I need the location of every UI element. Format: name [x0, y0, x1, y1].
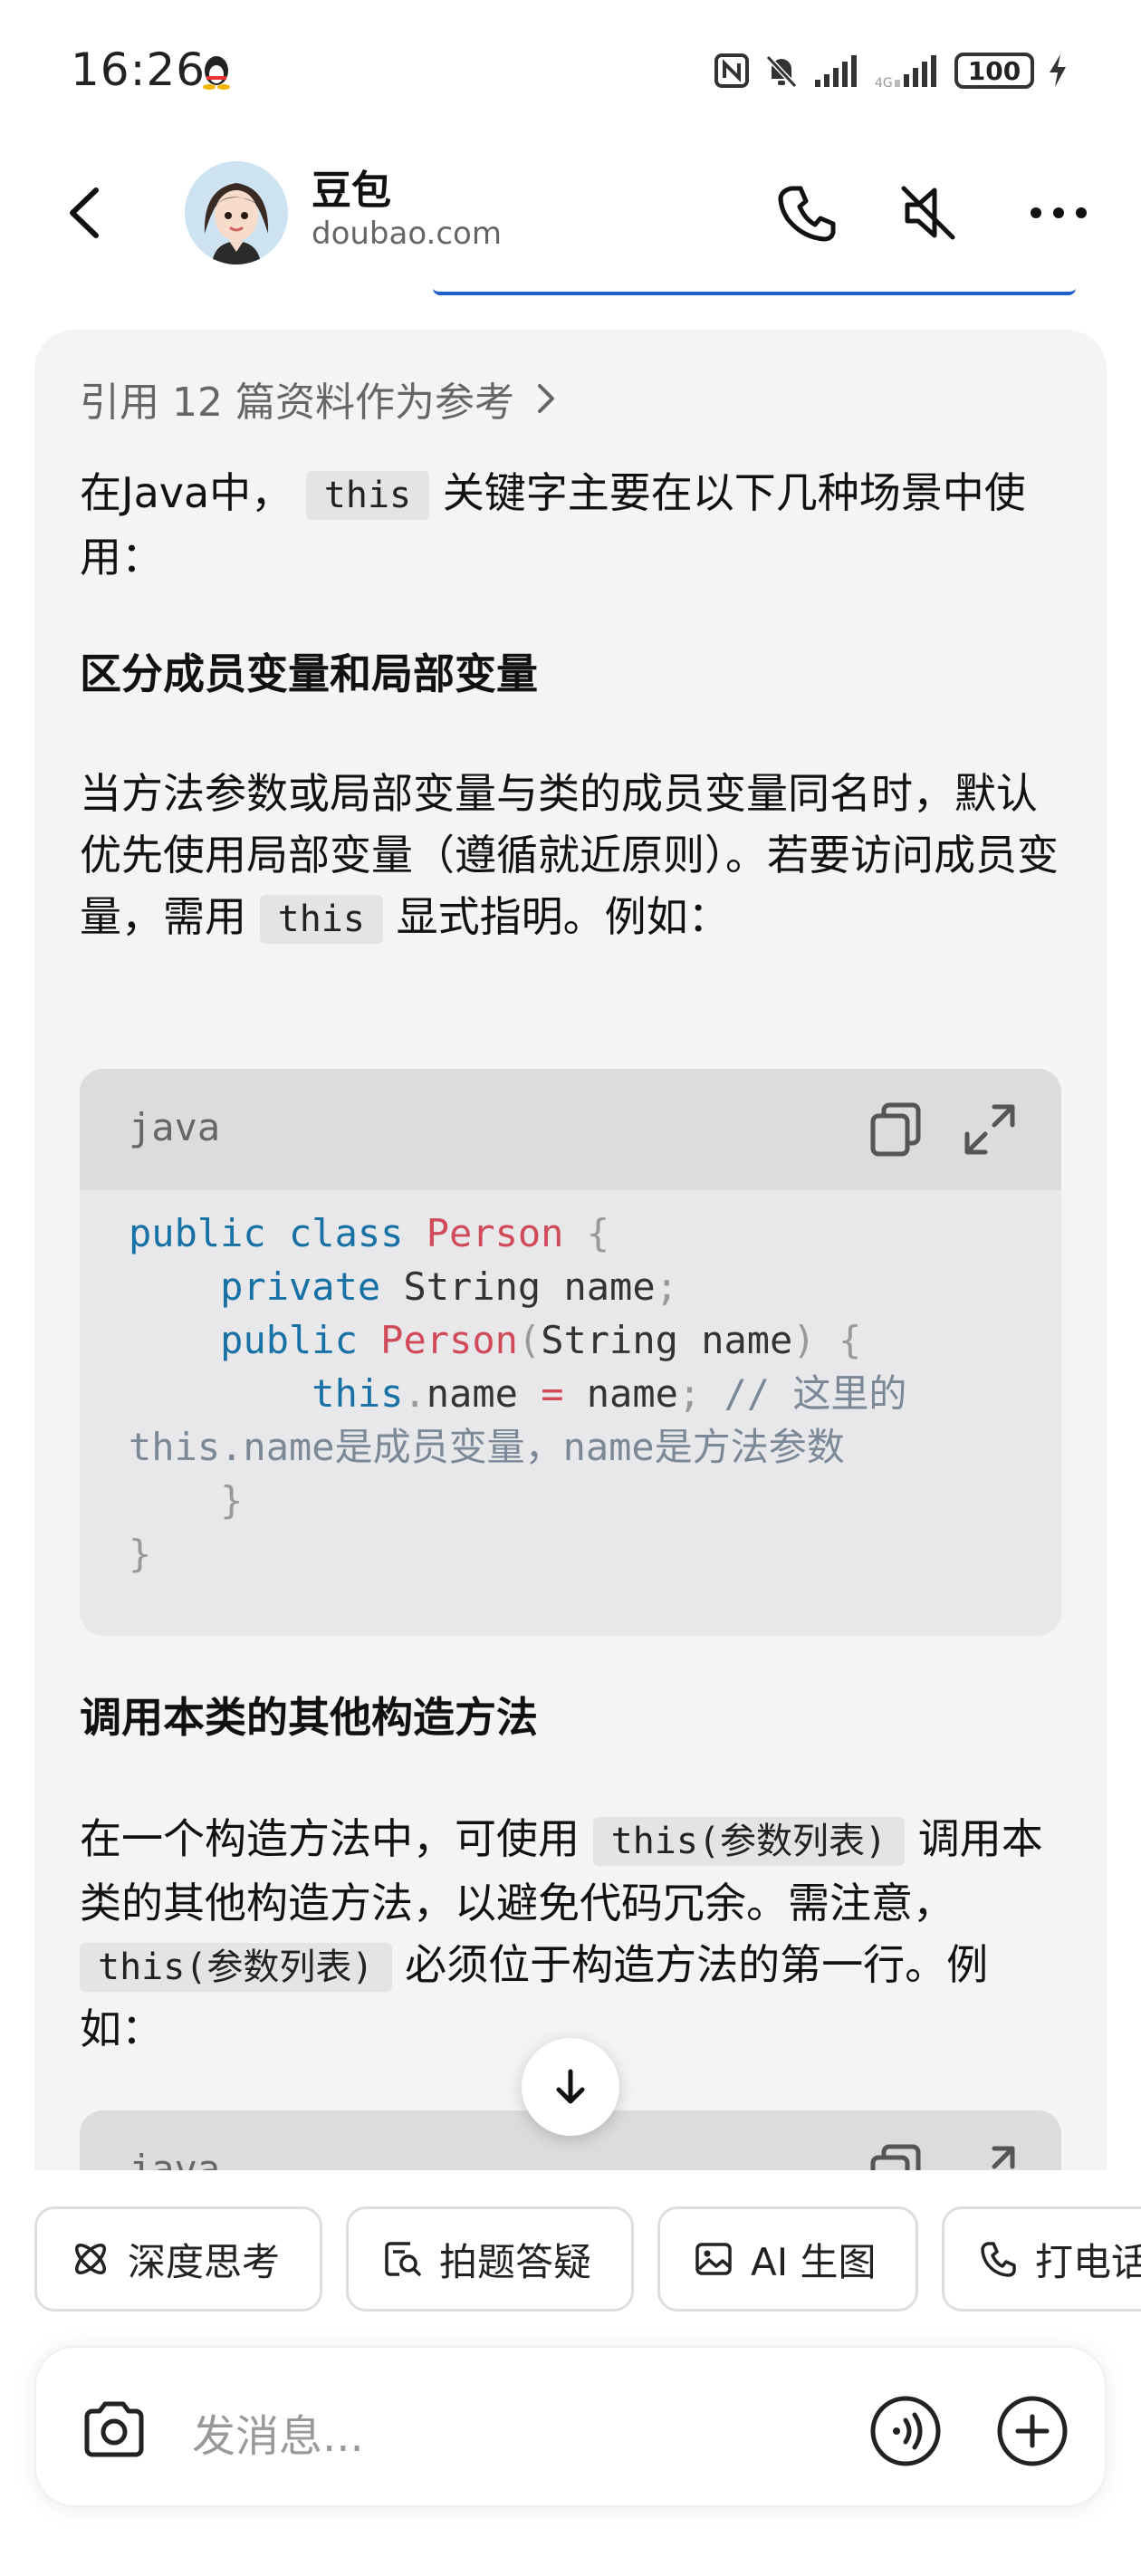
copy-icon[interactable]	[864, 1098, 927, 1161]
chip-label: AI 生图	[751, 2239, 877, 2284]
message-composer: 发消息...	[34, 2346, 1107, 2507]
code-line: }	[129, 1478, 244, 1523]
code-line: }	[129, 1532, 152, 1576]
avatar[interactable]	[185, 161, 288, 264]
code-line: this.name是成员变量，name是方法参数	[129, 1425, 845, 1469]
section1-paragraph: 当方法参数或局部变量与类的成员变量同名时，默认优先使用局部变量（遵循就近原则）。…	[80, 763, 1061, 950]
chip-label: 深度思考	[128, 2239, 281, 2284]
chip-phone-call[interactable]: 打电话	[942, 2206, 1141, 2312]
svg-text:4G: 4G	[875, 76, 893, 89]
status-time: 16:26	[71, 43, 206, 96]
status-icons: 4G 100	[714, 51, 1069, 91]
previous-message-edge	[433, 288, 1076, 295]
references-label: 引用 12 篇资料作为参考	[80, 380, 514, 426]
nfc-icon	[714, 53, 749, 88]
bot-name: 豆包	[312, 168, 391, 214]
bottom-panel: 深度思考 拍题答疑 AI 生图 打电话 发消息...	[0, 2170, 1141, 2576]
phone-call-icon[interactable]	[766, 172, 848, 254]
chevron-right-icon	[537, 384, 554, 413]
assistant-message: 引用 12 篇资料作为参考 在Java中， this 关键字主要在以下几种场景中…	[34, 330, 1107, 2177]
chat-header: 豆包 doubao.com	[0, 145, 1141, 281]
scroll-down-button[interactable]	[522, 2038, 619, 2136]
inline-code: this	[305, 471, 430, 520]
section1-text: 显式指明。例如：	[396, 892, 730, 941]
back-icon[interactable]	[43, 172, 125, 254]
bell-muted-icon	[765, 54, 798, 89]
qq-penguin-icon	[203, 56, 230, 90]
charging-icon	[1050, 54, 1066, 87]
code-line: public Person(String name) {	[220, 1318, 862, 1362]
references-link[interactable]: 引用 12 篇资料作为参考	[80, 370, 560, 428]
chip-ai-image[interactable]: AI 生图	[657, 2206, 918, 2312]
chip-photo-qa[interactable]: 拍题答疑	[346, 2206, 634, 2312]
section-heading: 调用本类的其他构造方法	[80, 1693, 538, 1742]
signal-icon	[815, 55, 857, 87]
image-icon	[695, 2243, 732, 2275]
voice-input-icon[interactable]	[868, 2393, 944, 2469]
atom-icon	[75, 2244, 106, 2274]
arrow-down-icon	[556, 2069, 585, 2104]
message-input[interactable]: 发消息...	[192, 2400, 364, 2464]
code-line: this.name = name; // 这里的	[312, 1371, 907, 1416]
quick-actions: 深度思考 拍题答疑 AI 生图 打电话	[34, 2206, 1141, 2312]
bot-domain: doubao.com	[312, 216, 502, 252]
status-bar: 16:26 4G 100	[0, 0, 1141, 136]
inline-code: this(参数列表)	[592, 1817, 906, 1866]
code-language: java	[129, 1105, 221, 1149]
phone-icon	[981, 2242, 1016, 2277]
intro-text: 在Java中，	[80, 468, 293, 517]
expand-icon[interactable]	[958, 1098, 1021, 1161]
section-heading: 区分成员变量和局部变量	[80, 649, 538, 698]
photo-search-icon	[385, 2242, 421, 2276]
intro-paragraph: 在Java中， this 关键字主要在以下几种场景中使用：	[80, 462, 1061, 588]
more-icon[interactable]	[1018, 172, 1099, 254]
section2-text: 在一个构造方法中，可使用	[80, 1814, 580, 1863]
speaker-muted-icon[interactable]	[887, 172, 969, 254]
code-block: java public class Person { private Strin…	[80, 1069, 1061, 1636]
chip-label: 拍题答疑	[439, 2239, 592, 2284]
plus-icon[interactable]	[994, 2393, 1070, 2469]
inline-code: this(参数列表)	[80, 1943, 392, 1992]
signal-icon: 4G	[875, 55, 936, 89]
code-block-header: java	[80, 1069, 1061, 1190]
chip-deep-thinking[interactable]: 深度思考	[34, 2206, 322, 2312]
code-line: public class Person {	[129, 1211, 610, 1255]
code-content: public class Person { private String nam…	[80, 1190, 1061, 1626]
inline-code: this	[259, 895, 383, 944]
chip-label: 打电话	[1035, 2239, 1141, 2284]
battery-indicator: 100	[954, 53, 1034, 89]
section2-paragraph: 在一个构造方法中，可使用 this(参数列表) 调用本类的其他构造方法，以避免代…	[80, 1808, 1061, 2060]
camera-icon[interactable]	[76, 2391, 152, 2467]
code-line: private String name;	[220, 1264, 678, 1309]
